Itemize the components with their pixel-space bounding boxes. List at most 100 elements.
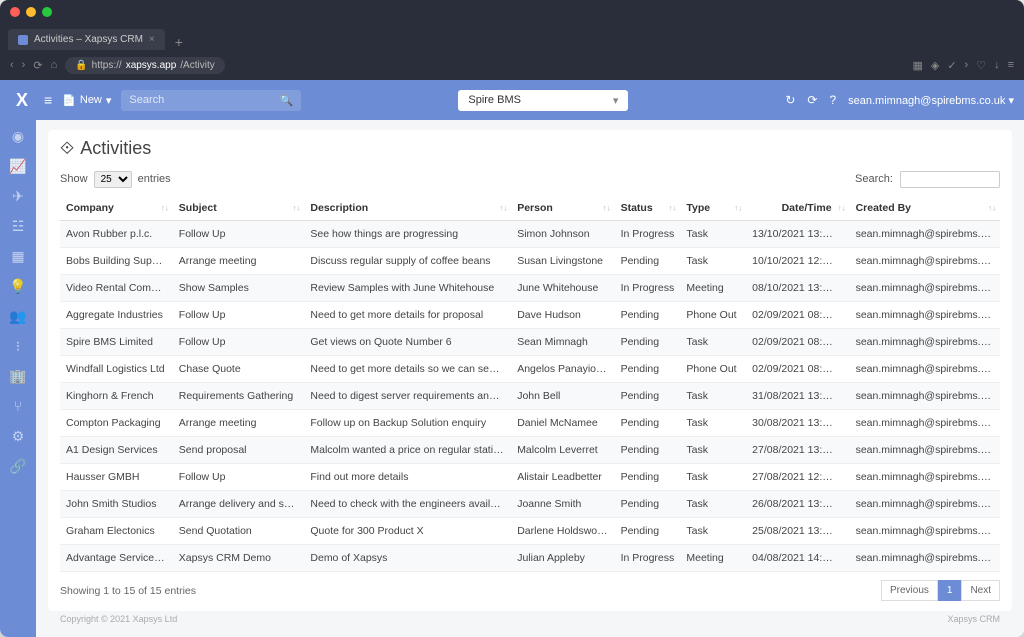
table-row[interactable]: Video Rental CompanyShow SamplesReview S…: [60, 275, 1000, 302]
cell-description: Need to check with the engineers availab…: [304, 491, 511, 518]
sidebar-users-icon[interactable]: 👥: [10, 308, 26, 324]
table-row[interactable]: Kinghorn & FrenchRequirements GatheringN…: [60, 383, 1000, 410]
table-row[interactable]: Bobs Building SuppliesArrange meetingDis…: [60, 248, 1000, 275]
sidebar-send-icon[interactable]: ✈: [10, 188, 26, 204]
extension-icon[interactable]: ◈: [931, 59, 939, 72]
cell-subject: Send proposal: [173, 437, 305, 464]
cell-status: Pending: [615, 410, 681, 437]
col-header-subject[interactable]: Subject↑↓: [173, 196, 305, 221]
app-window: Activities – Xapsys CRM × + ‹ › ⟳ ⌂ 🔒 ht…: [0, 0, 1024, 637]
col-header-description[interactable]: Description↑↓: [304, 196, 511, 221]
refresh-icon[interactable]: ⟳: [807, 93, 817, 107]
next-page-button[interactable]: Next: [961, 580, 1000, 601]
cell-status: Pending: [615, 464, 681, 491]
col-header-createdby[interactable]: Created By↑↓: [850, 196, 1000, 221]
table-row[interactable]: Aggregate IndustriesFollow UpNeed to get…: [60, 302, 1000, 329]
sidebar-fork-icon[interactable]: ⑂: [10, 398, 26, 414]
prev-page-button[interactable]: Previous: [881, 580, 938, 601]
extension-icon[interactable]: ▦: [912, 59, 922, 72]
browser-menu-button[interactable]: ≡: [1008, 59, 1014, 72]
new-tab-button[interactable]: +: [165, 34, 193, 50]
sidebar-link-icon[interactable]: 🔗: [10, 458, 26, 474]
sidebar-idea-icon[interactable]: 💡: [10, 278, 26, 294]
help-icon[interactable]: ?: [829, 93, 836, 107]
sidebar-settings-icon[interactable]: ⚙: [10, 428, 26, 444]
nav-reload-button[interactable]: ⟳: [33, 59, 42, 72]
table-wrapper[interactable]: Company↑↓ Subject↑↓ Description↑↓ Person…: [60, 196, 1000, 572]
table-row[interactable]: Graham ElectonicsSend QuotationQuote for…: [60, 518, 1000, 545]
user-menu[interactable]: sean.mimnagh@spirebms.co.uk ▾: [848, 94, 1014, 107]
cell-company: Advantage Services Ltd: [60, 545, 173, 572]
cell-type: Task: [680, 464, 746, 491]
copyright: Copyright © 2021 Xapsys Ltd: [60, 614, 177, 624]
col-header-company[interactable]: Company↑↓: [60, 196, 173, 221]
lock-icon: 🔒: [75, 60, 87, 71]
window-close-button[interactable]: [10, 7, 20, 17]
app-root: X ≡ 📄 New ▾ Search 🔍 Spire BMS ▾ ↻ ⟳ ?: [0, 80, 1024, 637]
table-row[interactable]: John Smith StudiosArrange delivery and s…: [60, 491, 1000, 518]
window-maximize-button[interactable]: [42, 7, 52, 17]
cell-person: Daniel McNamee: [511, 410, 614, 437]
cell-type: Task: [680, 248, 746, 275]
app-footer: Copyright © 2021 Xapsys Ltd Xapsys CRM: [48, 611, 1012, 627]
cell-status: Pending: [615, 329, 681, 356]
page-title: ⟐ Activities: [60, 138, 1000, 159]
nav-back-button[interactable]: ‹: [10, 59, 14, 71]
extension-icon[interactable]: ↓: [994, 59, 1000, 72]
cell-company: Bobs Building Supplies: [60, 248, 173, 275]
cell-description: Need to get more details for proposal: [304, 302, 511, 329]
table-header-row: Company↑↓ Subject↑↓ Description↑↓ Person…: [60, 196, 1000, 221]
table-row[interactable]: Spire BMS LimitedFollow UpGet views on Q…: [60, 329, 1000, 356]
cell-datetime: 08/10/2021 13:10:00: [746, 275, 849, 302]
table-row[interactable]: Hausser GMBHFollow UpFind out more detai…: [60, 464, 1000, 491]
browser-tab[interactable]: Activities – Xapsys CRM ×: [8, 29, 165, 50]
cell-status: Pending: [615, 491, 681, 518]
cell-type: Phone Out: [680, 356, 746, 383]
cell-description: Malcolm wanted a price on regular statio…: [304, 437, 511, 464]
table-row[interactable]: A1 Design ServicesSend proposalMalcolm w…: [60, 437, 1000, 464]
new-button[interactable]: 📄 New ▾: [62, 94, 111, 107]
col-header-datetime[interactable]: Date/Time↑↓: [746, 196, 849, 221]
extension-icon[interactable]: ›: [965, 59, 969, 72]
entries-select[interactable]: 25: [94, 171, 132, 188]
page-number-button[interactable]: 1: [938, 580, 962, 601]
table-row[interactable]: Advantage Services LtdXapsys CRM DemoDem…: [60, 545, 1000, 572]
cell-createdby: sean.mimnagh@spirebms.co.uk: [850, 356, 1000, 383]
content-card: ⟐ Activities Show 25 entries Search:: [48, 130, 1012, 611]
sidebar-list-icon[interactable]: ☳: [10, 218, 26, 234]
extension-icon[interactable]: ♡: [976, 59, 986, 72]
cell-createdby: sean.mimnagh@spirebms.co.uk: [850, 491, 1000, 518]
sidebar-building-icon[interactable]: 🏢: [10, 368, 26, 384]
col-header-status[interactable]: Status↑↓: [615, 196, 681, 221]
sidebar-bullet-icon[interactable]: ⁝: [10, 338, 26, 354]
cell-status: Pending: [615, 356, 681, 383]
cell-type: Meeting: [680, 545, 746, 572]
window-minimize-button[interactable]: [26, 7, 36, 17]
url-host: xapsys.app: [126, 60, 177, 71]
cell-type: Meeting: [680, 275, 746, 302]
sidebar-toggle-button[interactable]: ≡: [44, 92, 52, 108]
table-row[interactable]: Compton PackagingArrange meetingFollow u…: [60, 410, 1000, 437]
sidebar-chart-icon[interactable]: 📈: [10, 158, 26, 174]
extension-icon[interactable]: ✓: [947, 59, 956, 72]
cell-status: In Progress: [615, 275, 681, 302]
global-search-input[interactable]: Search 🔍: [121, 90, 301, 111]
col-header-type[interactable]: Type↑↓: [680, 196, 746, 221]
search-icon: 🔍: [280, 94, 294, 107]
col-header-person[interactable]: Person↑↓: [511, 196, 614, 221]
table-row[interactable]: Avon Rubber p.l.c.Follow UpSee how thing…: [60, 221, 1000, 248]
history-icon[interactable]: ↻: [785, 93, 795, 107]
nav-home-button[interactable]: ⌂: [51, 59, 58, 71]
sidebar-grid-icon[interactable]: ▦: [10, 248, 26, 264]
sidebar-dashboard-icon[interactable]: ◉: [10, 128, 26, 144]
table-row[interactable]: Windfall Logistics LtdChase QuoteNeed to…: [60, 356, 1000, 383]
url-input[interactable]: 🔒 https://xapsys.app/Activity: [65, 57, 225, 74]
search-placeholder: Search: [129, 94, 164, 106]
cell-description: Find out more details: [304, 464, 511, 491]
nav-forward-button[interactable]: ›: [22, 59, 26, 71]
app-logo[interactable]: X: [10, 88, 34, 112]
cell-subject: Xapsys CRM Demo: [173, 545, 305, 572]
table-search-input[interactable]: [900, 171, 1000, 188]
tab-close-icon[interactable]: ×: [149, 34, 155, 45]
org-selector[interactable]: Spire BMS ▾: [458, 90, 628, 111]
